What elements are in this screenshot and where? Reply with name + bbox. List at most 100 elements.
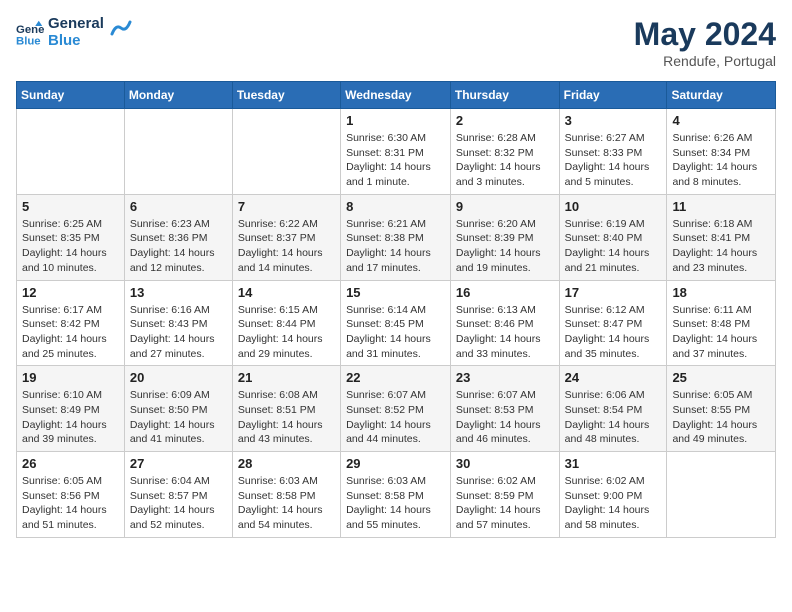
logo: General Blue General Blue [16, 16, 132, 49]
calendar-week-row: 19Sunrise: 6:10 AM Sunset: 8:49 PM Dayli… [17, 366, 776, 452]
cell-info: Sunrise: 6:04 AM Sunset: 8:57 PM Dayligh… [130, 474, 227, 533]
calendar-cell: 26 Sunrise: 6:05 AM Sunset: 8:56 PM Dayli… [17, 452, 125, 538]
cell-info: Sunrise: 6:03 AM Sunset: 8:58 PM Dayligh… [238, 474, 335, 533]
weekday-header: Tuesday [232, 82, 340, 109]
day-number: 22 [346, 370, 445, 385]
calendar-cell: 27 Sunrise: 6:04 AM Sunset: 8:57 PM Dayli… [124, 452, 232, 538]
cell-info: Sunrise: 6:03 AM Sunset: 8:58 PM Dayligh… [346, 474, 445, 533]
calendar-cell: 1Sunrise: 6:30 AM Sunset: 8:31 PM Daylig… [341, 109, 451, 195]
weekday-header: Thursday [450, 82, 559, 109]
calendar-cell: 14 Sunrise: 6:15 AM Sunset: 8:44 PM Dayli… [232, 280, 340, 366]
weekday-header: Monday [124, 82, 232, 109]
cell-info: Sunrise: 6:30 AM Sunset: 8:31 PM Dayligh… [346, 131, 445, 190]
calendar-table: SundayMondayTuesdayWednesdayThursdayFrid… [16, 81, 776, 538]
cell-info: Sunrise: 6:02 AM Sunset: 9:00 PM Dayligh… [565, 474, 662, 533]
day-number: 8 [346, 199, 445, 214]
calendar-cell: 5 Sunrise: 6:25 AM Sunset: 8:35 PM Daylig… [17, 194, 125, 280]
calendar-cell: 9Sunrise: 6:20 AM Sunset: 8:39 PM Daylig… [450, 194, 559, 280]
day-number: 11 [672, 199, 770, 214]
calendar-cell: 19Sunrise: 6:10 AM Sunset: 8:49 PM Dayli… [17, 366, 125, 452]
calendar-week-row: 1Sunrise: 6:30 AM Sunset: 8:31 PM Daylig… [17, 109, 776, 195]
cell-info: Sunrise: 6:11 AM Sunset: 8:48 PM Dayligh… [672, 303, 770, 362]
cell-info: Sunrise: 6:25 AM Sunset: 8:35 PM Dayligh… [22, 217, 119, 276]
day-number: 12 [22, 285, 119, 300]
cell-info: Sunrise: 6:10 AM Sunset: 8:49 PM Dayligh… [22, 388, 119, 447]
calendar-cell: 28 Sunrise: 6:03 AM Sunset: 8:58 PM Dayli… [232, 452, 340, 538]
day-number: 4 [672, 113, 770, 128]
calendar-cell [124, 109, 232, 195]
cell-info: Sunrise: 6:15 AM Sunset: 8:44 PM Dayligh… [238, 303, 335, 362]
calendar-cell: 18 Sunrise: 6:11 AM Sunset: 8:48 PM Dayli… [667, 280, 776, 366]
cell-info: Sunrise: 6:08 AM Sunset: 8:51 PM Dayligh… [238, 388, 335, 447]
calendar-cell: 12Sunrise: 6:17 AM Sunset: 8:42 PM Dayli… [17, 280, 125, 366]
calendar-cell: 16 Sunrise: 6:13 AM Sunset: 8:46 PM Dayli… [450, 280, 559, 366]
day-number: 2 [456, 113, 554, 128]
day-number: 14 [238, 285, 335, 300]
calendar-cell: 3 Sunrise: 6:27 AM Sunset: 8:33 PM Daylig… [559, 109, 667, 195]
page-header: General Blue General Blue May 2024 Rendu… [16, 16, 776, 69]
cell-info: Sunrise: 6:13 AM Sunset: 8:46 PM Dayligh… [456, 303, 554, 362]
calendar-cell: 24Sunrise: 6:06 AM Sunset: 8:54 PM Dayli… [559, 366, 667, 452]
calendar-cell: 20Sunrise: 6:09 AM Sunset: 8:50 PM Dayli… [124, 366, 232, 452]
title-block: May 2024 Rendufe, Portugal [634, 16, 776, 69]
cell-info: Sunrise: 6:21 AM Sunset: 8:38 PM Dayligh… [346, 217, 445, 276]
calendar-cell: 22 Sunrise: 6:07 AM Sunset: 8:52 PM Dayli… [341, 366, 451, 452]
day-number: 13 [130, 285, 227, 300]
weekday-header: Sunday [17, 82, 125, 109]
day-number: 16 [456, 285, 554, 300]
cell-info: Sunrise: 6:16 AM Sunset: 8:43 PM Dayligh… [130, 303, 227, 362]
day-number: 17 [565, 285, 662, 300]
cell-info: Sunrise: 6:23 AM Sunset: 8:36 PM Dayligh… [130, 217, 227, 276]
cell-info: Sunrise: 6:14 AM Sunset: 8:45 PM Dayligh… [346, 303, 445, 362]
day-number: 25 [672, 370, 770, 385]
day-number: 7 [238, 199, 335, 214]
logo-wave-icon [110, 20, 132, 38]
day-number: 6 [130, 199, 227, 214]
calendar-cell: 25Sunrise: 6:05 AM Sunset: 8:55 PM Dayli… [667, 366, 776, 452]
calendar-cell [17, 109, 125, 195]
calendar-cell: 31 Sunrise: 6:02 AM Sunset: 9:00 PM Dayli… [559, 452, 667, 538]
cell-info: Sunrise: 6:26 AM Sunset: 8:34 PM Dayligh… [672, 131, 770, 190]
cell-info: Sunrise: 6:02 AM Sunset: 8:59 PM Dayligh… [456, 474, 554, 533]
day-number: 24 [565, 370, 662, 385]
day-number: 21 [238, 370, 335, 385]
day-number: 26 [22, 456, 119, 471]
day-number: 3 [565, 113, 662, 128]
logo-icon: General Blue [16, 19, 44, 47]
calendar-header-row: SundayMondayTuesdayWednesdayThursdayFrid… [17, 82, 776, 109]
calendar-cell: 2Sunrise: 6:28 AM Sunset: 8:32 PM Daylig… [450, 109, 559, 195]
day-number: 31 [565, 456, 662, 471]
svg-text:Blue: Blue [16, 35, 41, 47]
day-number: 27 [130, 456, 227, 471]
calendar-cell: 7Sunrise: 6:22 AM Sunset: 8:37 PM Daylig… [232, 194, 340, 280]
cell-info: Sunrise: 6:07 AM Sunset: 8:52 PM Dayligh… [346, 388, 445, 447]
calendar-week-row: 5 Sunrise: 6:25 AM Sunset: 8:35 PM Daylig… [17, 194, 776, 280]
weekday-header: Wednesday [341, 82, 451, 109]
calendar-cell: 17 Sunrise: 6:12 AM Sunset: 8:47 PM Dayli… [559, 280, 667, 366]
day-number: 20 [130, 370, 227, 385]
day-number: 15 [346, 285, 445, 300]
calendar-cell: 4 Sunrise: 6:26 AM Sunset: 8:34 PM Daylig… [667, 109, 776, 195]
day-number: 5 [22, 199, 119, 214]
calendar-cell [232, 109, 340, 195]
calendar-cell: 11Sunrise: 6:18 AM Sunset: 8:41 PM Dayli… [667, 194, 776, 280]
cell-info: Sunrise: 6:19 AM Sunset: 8:40 PM Dayligh… [565, 217, 662, 276]
calendar-week-row: 26 Sunrise: 6:05 AM Sunset: 8:56 PM Dayli… [17, 452, 776, 538]
calendar-cell: 21 Sunrise: 6:08 AM Sunset: 8:51 PM Dayli… [232, 366, 340, 452]
month-year-title: May 2024 [634, 16, 776, 53]
logo-general: General [48, 16, 104, 33]
calendar-cell: 13 Sunrise: 6:16 AM Sunset: 8:43 PM Dayli… [124, 280, 232, 366]
day-number: 28 [238, 456, 335, 471]
cell-info: Sunrise: 6:20 AM Sunset: 8:39 PM Dayligh… [456, 217, 554, 276]
calendar-cell: 6 Sunrise: 6:23 AM Sunset: 8:36 PM Daylig… [124, 194, 232, 280]
cell-info: Sunrise: 6:12 AM Sunset: 8:47 PM Dayligh… [565, 303, 662, 362]
day-number: 18 [672, 285, 770, 300]
calendar-cell: 23 Sunrise: 6:07 AM Sunset: 8:53 PM Dayli… [450, 366, 559, 452]
location-subtitle: Rendufe, Portugal [634, 53, 776, 69]
cell-info: Sunrise: 6:27 AM Sunset: 8:33 PM Dayligh… [565, 131, 662, 190]
day-number: 29 [346, 456, 445, 471]
cell-info: Sunrise: 6:07 AM Sunset: 8:53 PM Dayligh… [456, 388, 554, 447]
day-number: 23 [456, 370, 554, 385]
cell-info: Sunrise: 6:05 AM Sunset: 8:56 PM Dayligh… [22, 474, 119, 533]
day-number: 10 [565, 199, 662, 214]
